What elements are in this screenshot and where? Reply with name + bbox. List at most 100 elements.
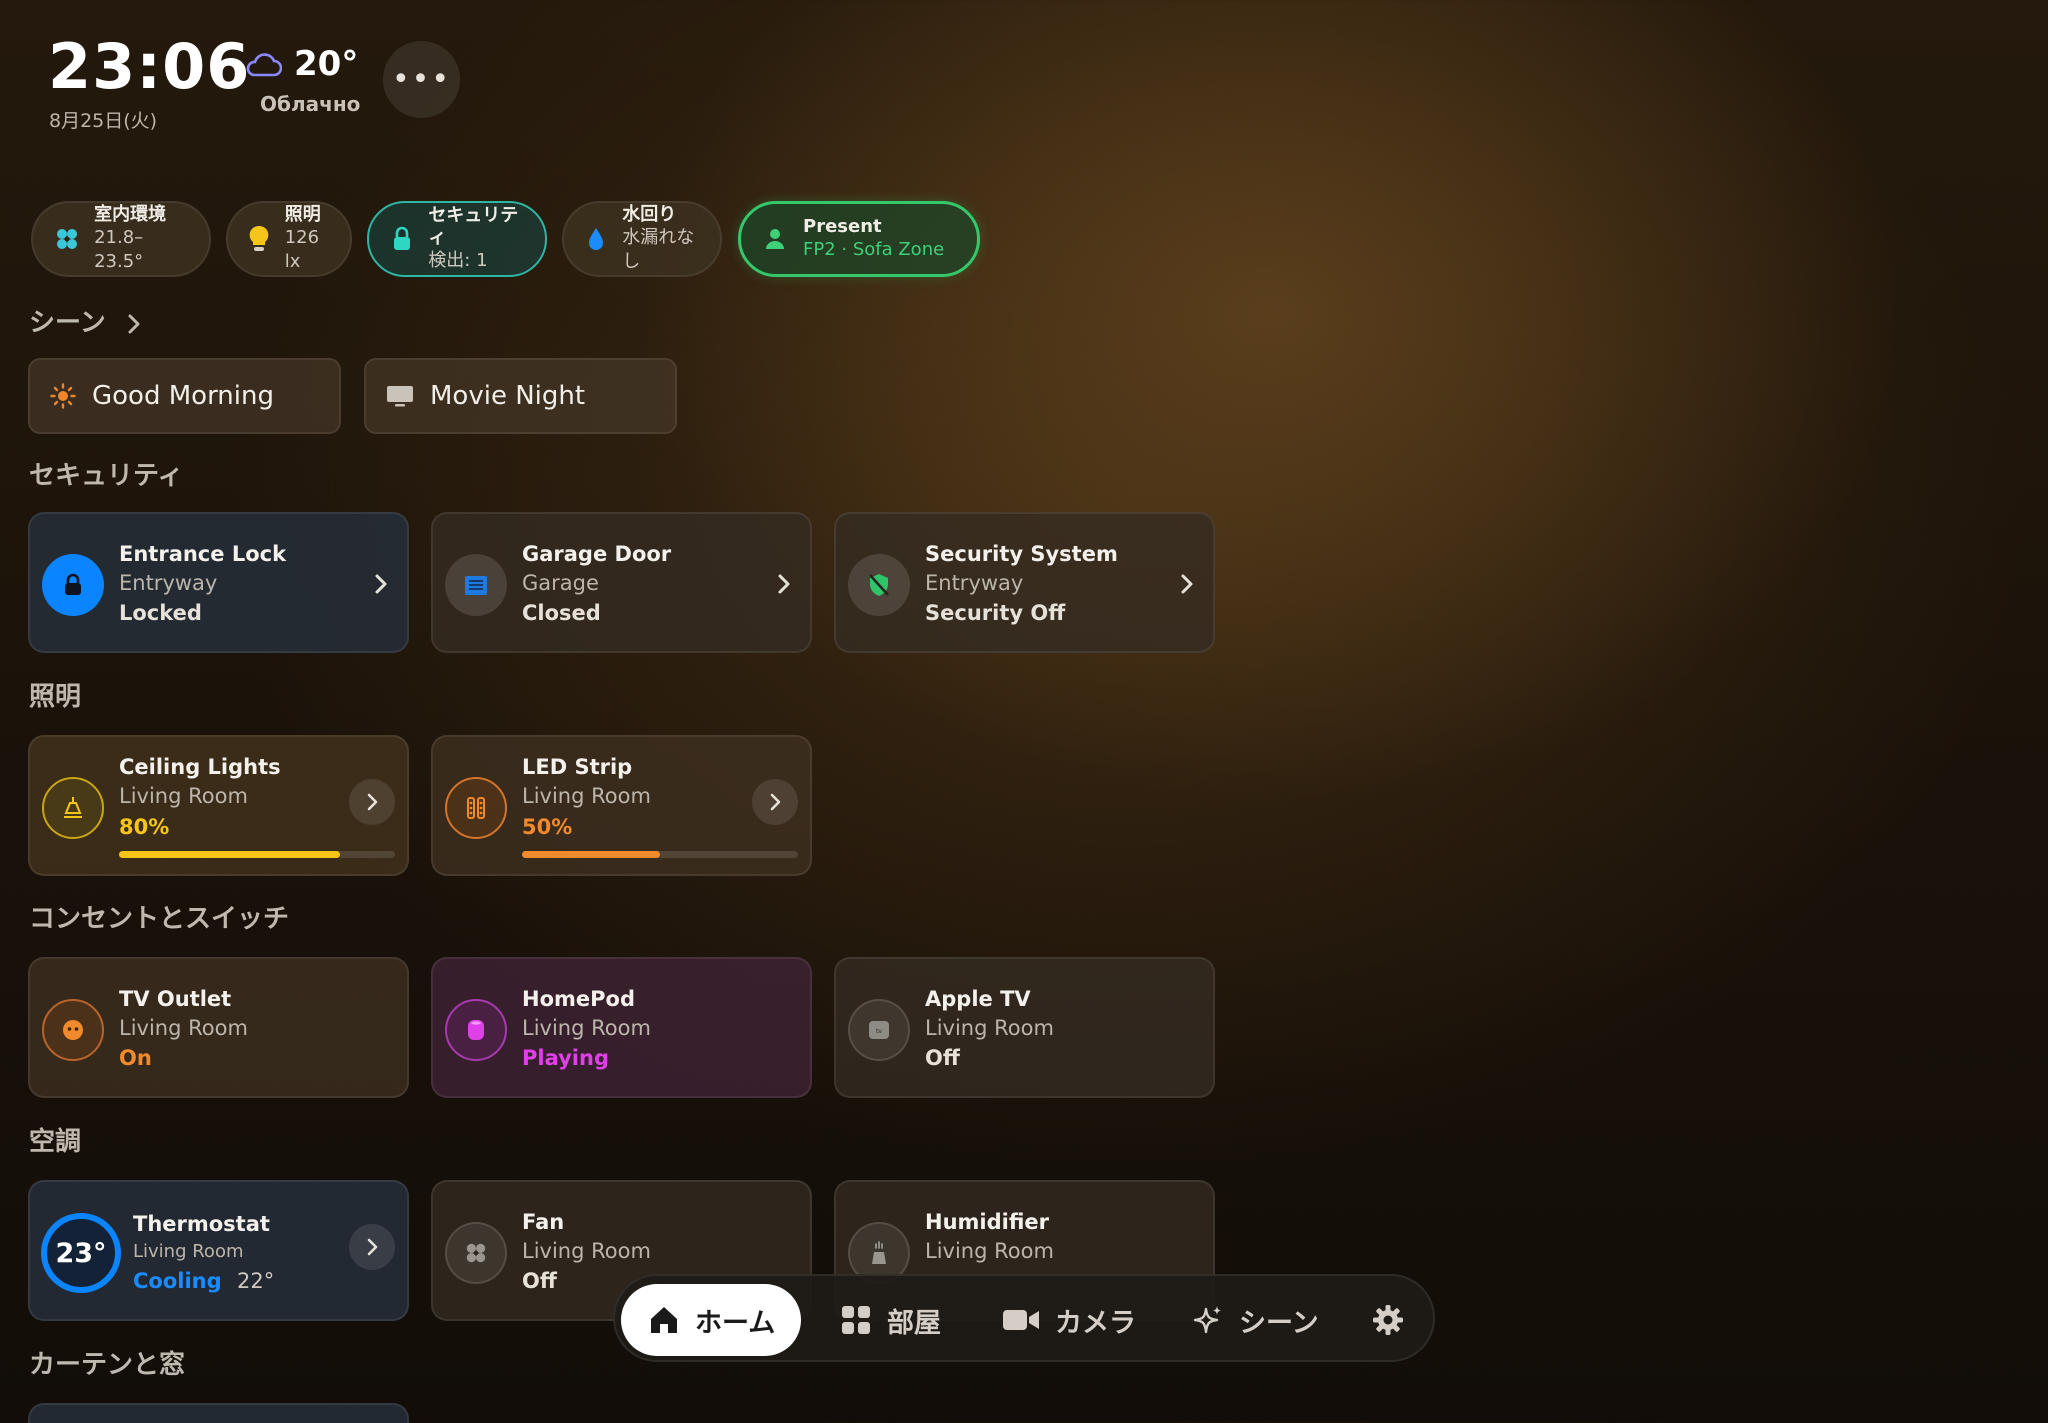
device-state: 80% (119, 815, 170, 839)
chevron-right-icon (375, 574, 387, 594)
clock-date: 8月25日(火) (49, 110, 158, 132)
nav-tab-home[interactable]: ホーム (621, 1284, 802, 1356)
outlet-icon (42, 999, 104, 1061)
section-curtains-title: カーテンと窓 (29, 1350, 186, 1380)
chip-title: Present (803, 216, 882, 237)
device-state: Locked (119, 601, 202, 625)
brightness-slider[interactable] (522, 851, 798, 858)
chip-value: 水漏れなし (622, 227, 695, 272)
nav-tab-cameras[interactable]: カメラ (1001, 1284, 1136, 1356)
device-name: Security System (925, 542, 1118, 566)
tv-icon (387, 386, 413, 407)
device-card-apple-tv[interactable]: tv Apple TV Living Room Off (834, 957, 1215, 1098)
clock-time: 23:06 (48, 30, 251, 103)
device-card-entrance-lock[interactable]: Entrance Lock Entryway Locked (28, 512, 409, 653)
svg-text:tv: tv (876, 1028, 882, 1035)
led-strip-icon (445, 777, 507, 839)
device-card-ceiling-lights[interactable]: Ceiling Lights Living Room 80% (28, 735, 409, 876)
shield-off-icon (848, 554, 910, 616)
nav-label: 部屋 (887, 1307, 941, 1339)
device-state: Off (522, 1269, 557, 1293)
nav-settings-button[interactable] (1371, 1284, 1405, 1356)
expand-button[interactable] (752, 779, 798, 825)
device-room: Living Room (133, 1241, 244, 1262)
chevron-right-icon (770, 793, 781, 811)
device-room: Living Room (119, 784, 248, 808)
lock-icon (389, 225, 414, 253)
cloud-icon (246, 53, 282, 77)
expand-button[interactable] (349, 779, 395, 825)
device-name: Garage Door (522, 542, 672, 566)
device-card-thermostat[interactable]: 23° Thermostat Living Room Cooling 22° (28, 1180, 409, 1321)
device-room: Entryway (925, 571, 1024, 595)
brightness-fill (119, 851, 340, 858)
chevron-right-icon (1181, 574, 1193, 594)
section-scenes-header[interactable]: シーン (29, 302, 143, 339)
scene-label: Movie Night (430, 381, 586, 411)
device-card-homepod[interactable]: HomePod Living Room Playing (431, 957, 812, 1098)
device-name: TV Outlet (119, 987, 232, 1011)
device-card-garage-door[interactable]: Garage Door Garage Closed (431, 512, 812, 653)
device-name: LED Strip (522, 755, 633, 779)
device-room: Living Room (119, 1016, 248, 1040)
device-room: Entryway (119, 571, 218, 595)
ceiling-lamp-icon (42, 777, 104, 839)
device-room: Living Room (925, 1016, 1054, 1040)
section-climate-title: 空調 (29, 1127, 82, 1157)
chip-lighting[interactable]: 照明 126 lx (226, 201, 352, 277)
scene-label: Good Morning (92, 381, 274, 411)
expand-button[interactable] (349, 1224, 395, 1270)
device-name: Fan (522, 1210, 565, 1234)
home-icon (651, 1307, 677, 1333)
chip-value: 検出: 1 (428, 250, 488, 271)
device-room: Garage (522, 571, 599, 595)
fan-icon (53, 225, 80, 253)
chevron-right-icon (128, 314, 140, 333)
chip-value: 126 lx (284, 227, 320, 272)
nav-tab-scenes[interactable]: シーン (1191, 1284, 1319, 1356)
garage-icon (445, 554, 507, 616)
device-card-tv-outlet[interactable]: TV Outlet Living Room On (28, 957, 409, 1098)
device-card-led-strip[interactable]: LED Strip Living Room 50% (431, 735, 812, 876)
section-outlets-title: コンセントとスイッチ (29, 904, 290, 934)
more-icon: ••• (391, 62, 452, 97)
fan-icon (445, 1222, 507, 1284)
device-state: Closed (522, 601, 601, 625)
device-room: Living Room (522, 1016, 651, 1040)
sparkle-icon (1193, 1306, 1221, 1334)
chip-value: FP2 · Sofa Zone (803, 239, 945, 260)
thermostat-dial: 23° (41, 1213, 121, 1293)
device-name: Humidifier (925, 1210, 1050, 1234)
section-lighting-title: 照明 (29, 682, 82, 712)
chip-indoor-climate[interactable]: 室内環境 21.8–23.5° (31, 201, 211, 277)
chip-title: セキュリティ (428, 205, 519, 248)
chip-security[interactable]: セキュリティ 検出: 1 (367, 201, 547, 277)
chip-water[interactable]: 水回り 水漏れなし (562, 201, 722, 277)
section-security-title: セキュリティ (29, 461, 184, 491)
device-state: Off (925, 1046, 960, 1070)
chevron-right-icon (778, 574, 790, 594)
chip-presence[interactable]: Present FP2 · Sofa Zone (738, 201, 980, 277)
more-button[interactable]: ••• (383, 41, 460, 118)
device-name: Thermostat (133, 1212, 270, 1236)
device-name: Entrance Lock (119, 542, 287, 566)
thermostat-current: 23° (55, 1237, 107, 1269)
device-name: Apple TV (925, 987, 1031, 1011)
nav-tab-rooms[interactable]: 部屋 (839, 1284, 941, 1356)
device-card-curtain[interactable] (28, 1403, 409, 1423)
homepod-icon (445, 999, 507, 1061)
camera-icon (1003, 1310, 1039, 1330)
apple-tv-icon: tv (848, 999, 910, 1061)
brightness-slider[interactable] (119, 851, 395, 858)
device-room: Living Room (522, 784, 651, 808)
scene-button-movie-night[interactable]: Movie Night (364, 358, 677, 434)
brightness-fill (522, 851, 660, 858)
lock-icon (42, 554, 104, 616)
scene-button-good-morning[interactable]: Good Morning (28, 358, 341, 434)
device-card-security-system[interactable]: Security System Entryway Security Off (834, 512, 1215, 653)
chevron-right-icon (367, 1238, 378, 1256)
device-room: Living Room (925, 1239, 1054, 1263)
nav-label: シーン (1239, 1307, 1319, 1339)
device-room: Living Room (522, 1239, 651, 1263)
chip-title: 水回り (622, 204, 677, 225)
